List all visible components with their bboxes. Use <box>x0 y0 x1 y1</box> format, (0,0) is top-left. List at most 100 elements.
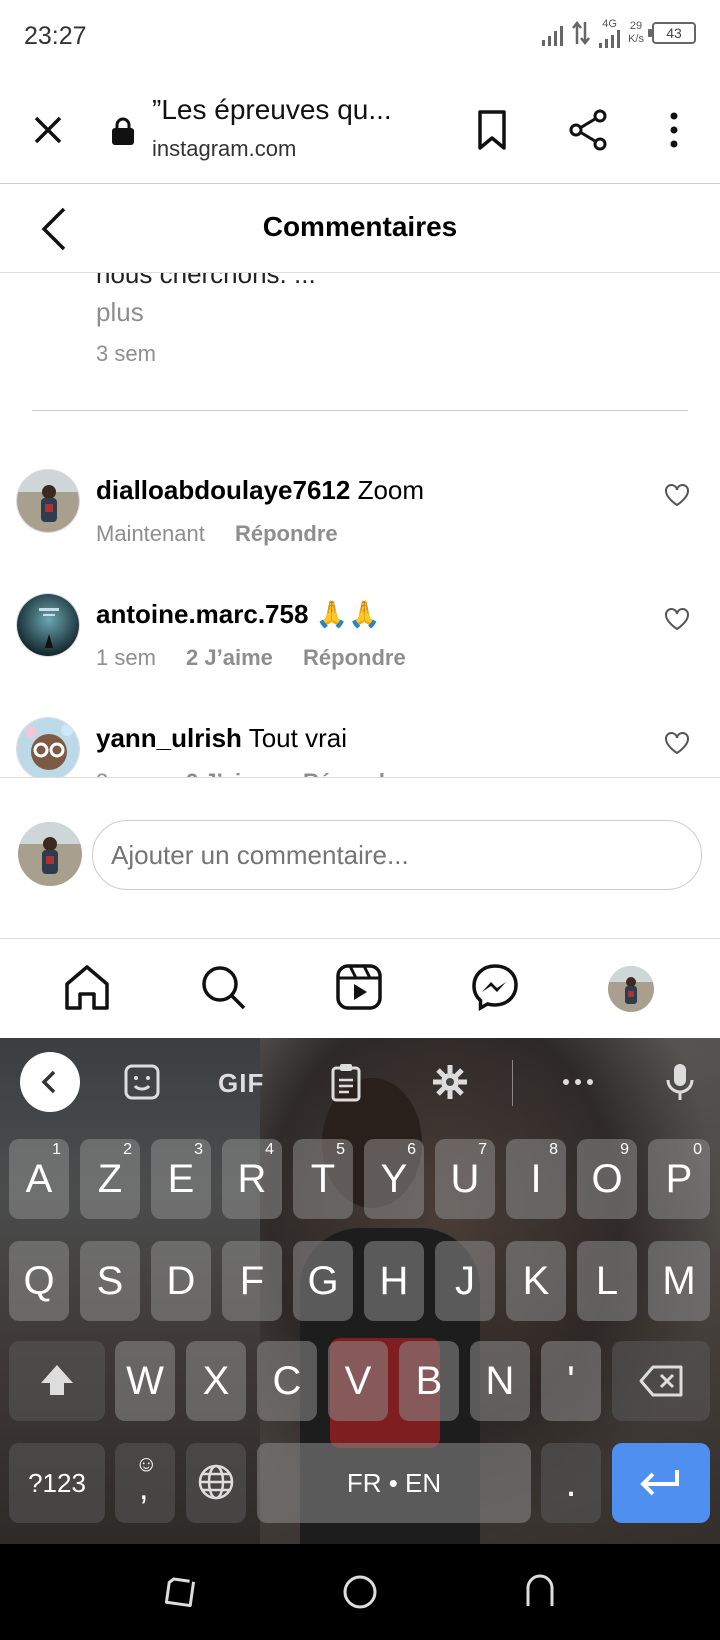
comment-username[interactable]: dialloabdoulaye7612 <box>96 475 350 505</box>
backspace-icon <box>639 1365 683 1397</box>
key-s[interactable]: S <box>80 1241 140 1321</box>
toolbar-separator <box>512 1060 513 1106</box>
page-url[interactable]: instagram.com <box>152 136 296 162</box>
home-circle-icon[interactable] <box>340 1572 380 1612</box>
gif-button[interactable]: GIF <box>218 1068 264 1099</box>
key-apostrophe[interactable]: ' <box>541 1341 601 1421</box>
comment-text: yann_ulrish Tout vrai <box>96 723 347 754</box>
close-icon[interactable] <box>28 110 68 150</box>
likes-count[interactable]: 2 J’aime <box>186 769 273 777</box>
reply-button[interactable]: Répondre <box>303 769 406 777</box>
key-e[interactable]: E3 <box>151 1139 211 1219</box>
key-g[interactable]: G <box>293 1241 353 1321</box>
profile-avatar[interactable] <box>608 966 654 1012</box>
key-label: P <box>665 1157 693 1201</box>
key-label: U <box>450 1157 480 1201</box>
network-signal: 4G <box>599 18 621 48</box>
comment-time: 1 sem <box>96 645 156 670</box>
microphone-icon[interactable] <box>660 1062 700 1102</box>
heart-icon[interactable] <box>664 731 690 755</box>
key-label: Y <box>380 1157 408 1201</box>
key-k[interactable]: K <box>506 1241 566 1321</box>
reels-icon[interactable] <box>334 962 384 1012</box>
backspace-key[interactable] <box>612 1341 710 1421</box>
more-vert-icon[interactable] <box>656 108 692 152</box>
comment-body: Tout vrai <box>248 723 347 753</box>
key-q[interactable]: Q <box>9 1241 69 1321</box>
key-y[interactable]: Y6 <box>364 1139 424 1219</box>
add-comment-bar <box>0 777 720 939</box>
battery-indicator: 43 <box>648 22 696 44</box>
emoji-comma-key[interactable]: ☺ , <box>115 1443 175 1523</box>
key-d[interactable]: D <box>151 1241 211 1321</box>
key-o[interactable]: O9 <box>577 1139 637 1219</box>
space-key[interactable]: FR • EN <box>257 1443 531 1523</box>
divider <box>32 410 688 411</box>
key-hint: 1 <box>52 1141 61 1158</box>
browser-toolbar: ”Les épreuves qu... instagram.com <box>0 74 720 184</box>
key-t[interactable]: T5 <box>293 1139 353 1219</box>
reply-button[interactable]: Répondre <box>303 645 406 670</box>
avatar[interactable] <box>16 593 80 657</box>
comment-meta: Maintenant Répondre <box>96 521 362 547</box>
comment-meta: 3 sem 2 J’aime Répondre <box>96 769 430 777</box>
key-f[interactable]: F <box>222 1241 282 1321</box>
key-l[interactable]: L <box>577 1241 637 1321</box>
search-icon[interactable] <box>198 962 248 1012</box>
comment-text: dialloabdoulaye7612 Zoom <box>96 475 424 506</box>
my-avatar <box>18 822 82 886</box>
avatar[interactable] <box>16 717 80 777</box>
status-time: 23:27 <box>24 22 87 50</box>
speed-value: 29 <box>629 20 643 32</box>
language-key[interactable] <box>186 1443 246 1523</box>
key-p[interactable]: P0 <box>648 1139 710 1219</box>
key-w[interactable]: W <box>115 1341 175 1421</box>
key-label: R <box>237 1157 267 1201</box>
key-i[interactable]: I8 <box>506 1139 566 1219</box>
symbols-key[interactable]: ?123 <box>9 1443 105 1523</box>
comments-list[interactable]: nous cherchons. ... plus 3 sem dialloabd… <box>0 273 720 777</box>
comment-username[interactable]: antoine.marc.758 <box>96 599 308 629</box>
key-z[interactable]: Z2 <box>80 1139 140 1219</box>
recents-icon[interactable] <box>160 1572 200 1612</box>
comment-input[interactable] <box>92 820 702 890</box>
key-m[interactable]: M <box>648 1241 710 1321</box>
signal-icon <box>542 20 564 46</box>
bookmark-icon[interactable] <box>472 108 512 152</box>
heart-icon[interactable] <box>664 607 690 631</box>
key-r[interactable]: R4 <box>222 1139 282 1219</box>
comment-time: Maintenant <box>96 521 205 546</box>
clipboard-icon[interactable] <box>326 1062 366 1102</box>
key-n[interactable]: N <box>470 1341 530 1421</box>
key-v[interactable]: V <box>328 1341 388 1421</box>
key-x[interactable]: X <box>186 1341 246 1421</box>
comment-username[interactable]: yann_ulrish <box>96 723 242 753</box>
messenger-icon[interactable] <box>470 962 520 1012</box>
shift-key[interactable] <box>9 1341 105 1421</box>
sticker-icon[interactable] <box>122 1062 162 1102</box>
key-b[interactable]: B <box>399 1341 459 1421</box>
more-horiz-icon[interactable] <box>558 1062 598 1102</box>
key-hint: 5 <box>336 1141 345 1158</box>
reply-button[interactable]: Répondre <box>235 521 338 546</box>
key-u[interactable]: U7 <box>435 1139 495 1219</box>
share-icon[interactable] <box>566 108 610 152</box>
home-icon[interactable] <box>62 962 112 1012</box>
comment-item: yann_ulrish Tout vrai 3 sem 2 J’aime Rép… <box>0 717 720 777</box>
key-a[interactable]: A1 <box>9 1139 69 1219</box>
back-nav-icon[interactable] <box>520 1572 560 1612</box>
key-j[interactable]: J <box>435 1241 495 1321</box>
avatar[interactable] <box>16 469 80 533</box>
keyboard-collapse-button[interactable] <box>20 1052 80 1112</box>
key-h[interactable]: H <box>364 1241 424 1321</box>
page-title[interactable]: ”Les épreuves qu... <box>152 94 392 126</box>
period-key[interactable]: . <box>541 1443 601 1523</box>
globe-icon <box>198 1464 234 1500</box>
settings-gear-icon[interactable] <box>430 1062 470 1102</box>
likes-count[interactable]: 2 J’aime <box>186 645 273 670</box>
more-link[interactable]: plus <box>96 297 144 328</box>
heart-icon[interactable] <box>664 483 690 507</box>
enter-key[interactable] <box>612 1443 710 1523</box>
comment-body: 🙏🙏 <box>315 599 381 629</box>
key-c[interactable]: C <box>257 1341 317 1421</box>
